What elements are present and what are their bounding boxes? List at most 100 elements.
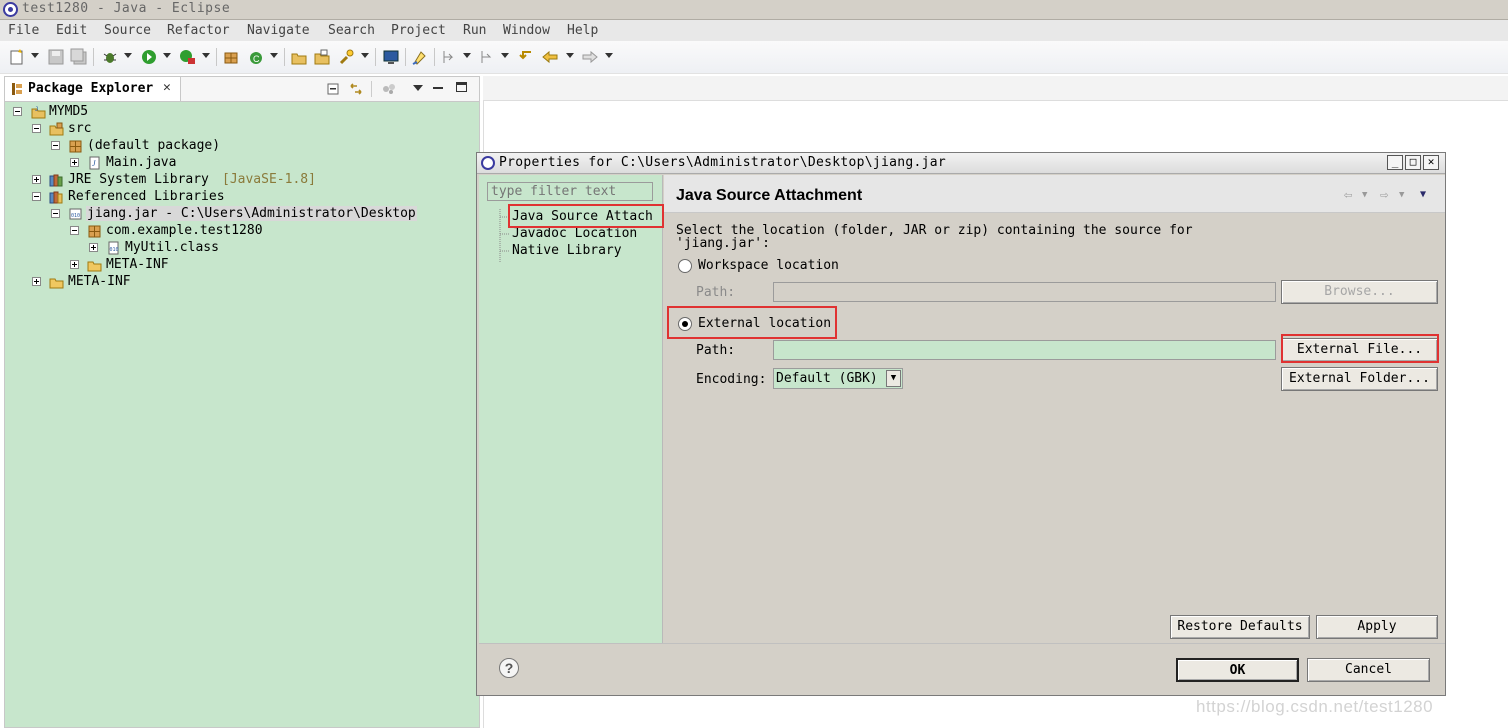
description-line-2: 'jiang.jar': — [676, 236, 770, 251]
encoding-value: Default (GBK) — [776, 371, 878, 386]
toggle-console-icon[interactable] — [382, 48, 400, 66]
cancel-button[interactable]: Cancel — [1307, 658, 1430, 682]
close-icon[interactable]: ✕ — [163, 80, 171, 95]
property-page: Java Source Attachment ⇦ ▼ ⇨ ▼ ▼ Select … — [664, 175, 1445, 643]
tree-label: META-INF — [106, 257, 169, 272]
window-title-bar: test1280 - Java - Eclipse — [0, 0, 1508, 20]
menu-bar: File Edit Source Refactor Navigate Searc… — [0, 20, 1508, 41]
filter-input[interactable] — [487, 182, 653, 201]
external-tools-dropdown-icon[interactable] — [202, 53, 210, 58]
maximize-icon[interactable]: □ — [1405, 155, 1421, 170]
search-icon[interactable] — [338, 48, 356, 66]
external-path-input[interactable] — [773, 340, 1276, 360]
expand-icon[interactable] — [89, 243, 98, 252]
expand-icon[interactable] — [70, 158, 79, 167]
new-class-dropdown-icon[interactable] — [270, 53, 278, 58]
watermark: https://blog.csdn.net/test1280 — [1196, 697, 1434, 716]
java-file-icon: J — [89, 156, 100, 170]
menu-help[interactable]: Help — [567, 23, 598, 38]
tab-package-explorer[interactable]: Package Explorer ✕ — [5, 77, 181, 102]
previous-annotation-icon[interactable] — [478, 48, 496, 66]
highlight-box — [508, 204, 664, 228]
workspace-location-radio[interactable] — [678, 259, 692, 273]
nav-javadoc-location[interactable]: Javadoc Location — [512, 226, 637, 241]
minimize-icon[interactable] — [433, 87, 443, 89]
chevron-down-icon[interactable]: ▼ — [886, 370, 901, 387]
last-edit-location-icon[interactable] — [517, 48, 535, 66]
menu-window[interactable]: Window — [503, 23, 550, 38]
next-annotation-dropdown-icon[interactable] — [463, 53, 471, 58]
back-icon[interactable] — [541, 48, 559, 66]
menu-refactor[interactable]: Refactor — [167, 23, 230, 38]
jar-icon: 010 — [69, 208, 82, 220]
toggle-mark-occurrences-icon[interactable] — [411, 48, 429, 66]
focus-on-active-task-icon[interactable] — [381, 82, 397, 96]
view-menu-icon[interactable] — [413, 85, 423, 91]
menu-run[interactable]: Run — [463, 23, 486, 38]
package-icon — [69, 140, 82, 153]
package-icon — [88, 225, 101, 238]
collapse-icon[interactable] — [51, 141, 60, 150]
new-java-package-icon[interactable] — [222, 48, 240, 66]
collapse-icon[interactable] — [70, 226, 79, 235]
toolbar-separator — [93, 48, 94, 66]
back-dropdown-icon[interactable] — [566, 53, 574, 58]
help-icon[interactable]: ? — [499, 658, 519, 678]
collapse-icon[interactable] — [13, 107, 22, 116]
new-icon[interactable] — [8, 48, 26, 66]
debug-dropdown-icon[interactable] — [124, 53, 132, 58]
encoding-select[interactable]: Default (GBK) ▼ — [773, 368, 903, 389]
maximize-icon[interactable] — [456, 82, 467, 92]
expand-icon[interactable] — [32, 175, 41, 184]
svg-text:J: J — [92, 159, 96, 168]
browse-button: Browse... — [1281, 280, 1438, 304]
menu-file[interactable]: File — [8, 23, 39, 38]
back-arrow-icon[interactable]: ⇦ — [1344, 187, 1352, 203]
run-dropdown-icon[interactable] — [163, 53, 171, 58]
new-dropdown-icon[interactable] — [31, 53, 39, 58]
menu-navigate[interactable]: Navigate — [247, 23, 310, 38]
properties-dialog: Properties for C:\Users\Administrator\De… — [476, 152, 1446, 696]
nav-native-library[interactable]: Native Library — [512, 243, 622, 258]
restore-defaults-button[interactable]: Restore Defaults — [1170, 615, 1310, 639]
expand-icon[interactable] — [70, 260, 79, 269]
expand-icon[interactable] — [32, 277, 41, 286]
forward-arrow-icon[interactable]: ⇨ — [1380, 187, 1388, 203]
package-explorer-header: Package Explorer ✕ — [4, 76, 480, 102]
collapse-icon[interactable] — [32, 192, 41, 201]
save-icon[interactable] — [47, 48, 65, 66]
tree-label: MyUtil.class — [125, 240, 219, 255]
close-icon[interactable]: ✕ — [1423, 155, 1439, 170]
next-annotation-icon[interactable] — [440, 48, 458, 66]
open-type-icon[interactable] — [290, 48, 308, 66]
ok-button[interactable]: OK — [1176, 658, 1299, 682]
previous-annotation-dropdown-icon[interactable] — [501, 53, 509, 58]
menu-search[interactable]: Search — [328, 23, 375, 38]
external-folder-button[interactable]: External Folder... — [1281, 367, 1438, 391]
svg-text:C: C — [253, 54, 260, 64]
forward-dropdown-icon[interactable] — [605, 53, 613, 58]
new-java-class-icon[interactable]: C — [247, 48, 265, 66]
back-dropdown-icon[interactable]: ▼ — [1362, 190, 1367, 200]
menu-edit[interactable]: Edit — [56, 23, 87, 38]
workspace-location-label: Workspace location — [698, 258, 839, 273]
debug-icon[interactable] — [101, 48, 119, 66]
package-explorer-icon — [12, 83, 22, 95]
run-icon[interactable] — [140, 48, 158, 66]
page-menu-icon[interactable]: ▼ — [1420, 189, 1426, 200]
collapse-icon[interactable] — [32, 124, 41, 133]
search-dropdown-icon[interactable] — [361, 53, 369, 58]
collapse-all-icon[interactable] — [327, 82, 341, 96]
menu-source[interactable]: Source — [104, 23, 151, 38]
external-tools-icon[interactable] — [178, 48, 196, 66]
menu-project[interactable]: Project — [391, 23, 446, 38]
collapse-icon[interactable] — [51, 209, 60, 218]
toolbar-separator — [284, 48, 285, 66]
forward-dropdown-icon[interactable]: ▼ — [1399, 190, 1404, 200]
apply-button[interactable]: Apply — [1316, 615, 1438, 639]
minimize-icon[interactable]: _ — [1387, 155, 1403, 170]
save-all-icon[interactable] — [70, 48, 88, 66]
link-with-editor-icon[interactable] — [348, 81, 364, 97]
forward-icon[interactable] — [581, 48, 599, 66]
open-task-icon[interactable] — [313, 48, 331, 66]
